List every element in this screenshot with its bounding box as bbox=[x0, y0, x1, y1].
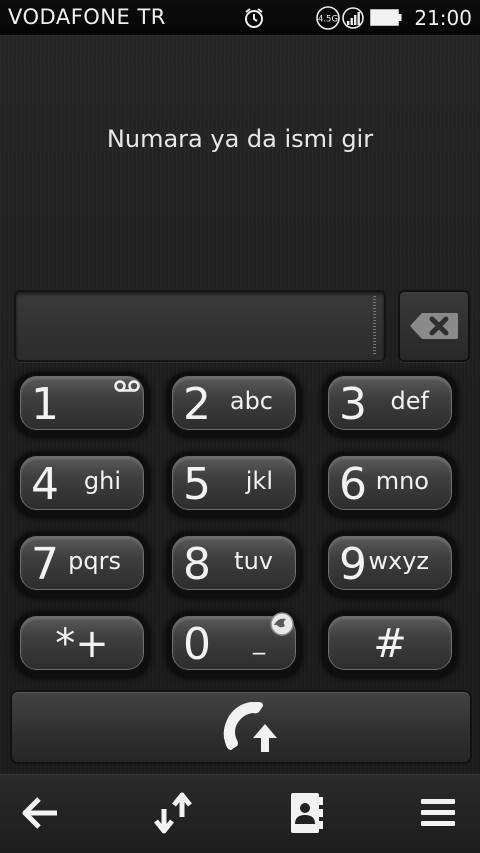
key-digit: 8 bbox=[183, 539, 211, 590]
network-4-5g-icon: 4.5G bbox=[316, 6, 340, 30]
key-letters: abc bbox=[229, 387, 273, 415]
key-letters: jkl bbox=[245, 467, 273, 495]
status-bar: VODAFONE TR 4.5G 21:00 bbox=[0, 0, 480, 36]
key-letters: def bbox=[390, 387, 429, 415]
alarm-icon bbox=[245, 8, 263, 28]
key-1[interactable]: 1 bbox=[14, 372, 150, 438]
key-4[interactable]: 4 ghi bbox=[14, 452, 150, 518]
key-letters: ghi bbox=[83, 467, 121, 495]
globe-icon bbox=[270, 612, 294, 636]
key-2[interactable]: 2 abc bbox=[166, 372, 302, 438]
key-letters: pqrs bbox=[68, 547, 121, 575]
key-8[interactable]: 8 tuv bbox=[166, 532, 302, 598]
key-star-plus[interactable]: *+ bbox=[14, 612, 150, 678]
key-letters: wxyz bbox=[368, 547, 429, 575]
key-digit: 6 bbox=[339, 459, 367, 510]
key-digit: 3 bbox=[339, 379, 367, 430]
status-clock: 21:00 bbox=[414, 6, 472, 30]
key-digit: 0 bbox=[183, 619, 211, 670]
key-digit: 5 bbox=[183, 459, 211, 510]
phone-call-icon bbox=[223, 702, 277, 752]
bottom-navigation-bar bbox=[0, 774, 480, 853]
key-5[interactable]: 5 jkl bbox=[166, 452, 302, 518]
svg-text:4.5G: 4.5G bbox=[318, 15, 338, 25]
key-9[interactable]: 9 wxyz bbox=[322, 532, 458, 598]
key-0[interactable]: 0 _ bbox=[166, 612, 302, 678]
key-digit: 1 bbox=[31, 379, 59, 430]
battery-icon bbox=[370, 9, 402, 26]
key-symbol: # bbox=[373, 621, 407, 667]
key-digit: 7 bbox=[31, 539, 59, 590]
backspace-icon bbox=[410, 313, 458, 339]
key-letters: _ bbox=[253, 627, 265, 655]
key-6[interactable]: 6 mno bbox=[322, 452, 458, 518]
key-letters: tuv bbox=[234, 547, 273, 575]
key-hash[interactable]: # bbox=[322, 612, 458, 678]
carrier-name: VODAFONE TR bbox=[8, 5, 166, 29]
number-entry-field[interactable] bbox=[14, 290, 386, 362]
dialer-screen: VODAFONE TR 4.5G 21:00 Numara ya da ismi… bbox=[0, 0, 480, 853]
voicemail-icon bbox=[114, 380, 140, 392]
dialer-prompt: Numara ya da ismi gir bbox=[106, 125, 374, 153]
key-letters: mno bbox=[375, 467, 429, 495]
menu-icon[interactable] bbox=[415, 791, 463, 835]
contacts-book-icon[interactable] bbox=[282, 791, 330, 835]
key-digit: 4 bbox=[31, 459, 59, 510]
key-symbol: *+ bbox=[55, 621, 109, 667]
signal-icon bbox=[342, 7, 364, 29]
call-button[interactable] bbox=[10, 690, 472, 764]
sort-arrows-icon[interactable] bbox=[150, 791, 198, 835]
key-7[interactable]: 7 pqrs bbox=[14, 532, 150, 598]
text-cursor-grip bbox=[373, 296, 376, 356]
backspace-button[interactable] bbox=[398, 290, 470, 362]
key-digit: 9 bbox=[339, 539, 367, 590]
back-arrow-icon[interactable] bbox=[17, 791, 65, 835]
key-3[interactable]: 3 def bbox=[322, 372, 458, 438]
key-digit: 2 bbox=[183, 379, 211, 430]
